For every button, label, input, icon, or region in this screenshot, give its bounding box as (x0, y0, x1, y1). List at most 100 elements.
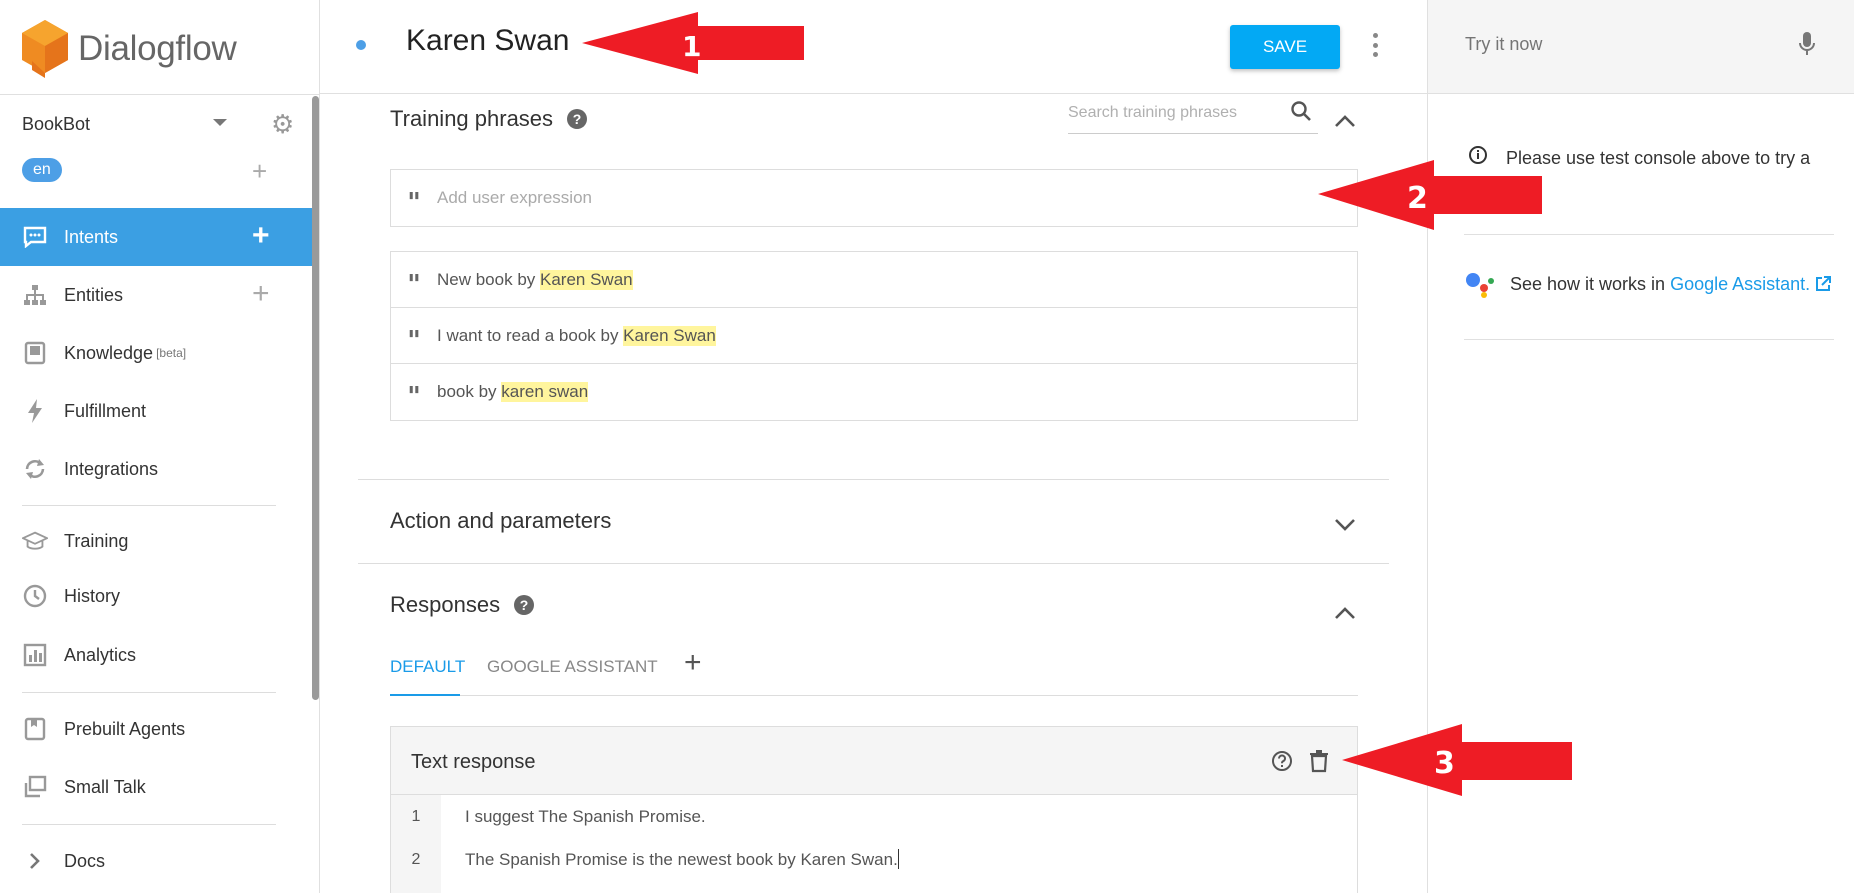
annotation-label-2: 2 (1407, 181, 1428, 216)
annotation-arrow-3: 3 (1342, 724, 1572, 796)
more-options-icon[interactable] (1371, 33, 1379, 57)
sidebar-item-training[interactable]: Training (0, 512, 314, 570)
response-text[interactable]: I suggest The Spanish Promise. (441, 807, 706, 827)
info-text: Please use test console above to try a (1506, 148, 1811, 168)
google-assistant-row: See how it works in Google Assistant. (1464, 270, 1832, 298)
response-tabs: DEFAULT GOOGLE ASSISTANT + (390, 646, 1358, 696)
sidebar-item-label: Fulfillment (64, 400, 147, 421)
language-pill[interactable]: en (22, 158, 62, 182)
dialogflow-logo[interactable]: Dialogflow (22, 20, 237, 78)
divider (1464, 234, 1834, 235)
response-line[interactable]: 2 The Spanish Promise is the newest book… (391, 838, 1357, 881)
sidebar-item-history[interactable]: History (0, 567, 314, 625)
add-language-icon[interactable]: + (252, 156, 267, 187)
gear-icon[interactable]: ⚙ (271, 110, 294, 138)
help-icon[interactable]: ? (567, 109, 588, 129)
add-user-expression: " (390, 169, 1358, 227)
sidebar-item-analytics[interactable]: Analytics (0, 626, 314, 684)
responses-label: Responses (390, 592, 501, 617)
sidebar-item-prebuilt-agents[interactable]: Prebuilt Agents (0, 700, 314, 758)
try-it-now-bar (1428, 0, 1854, 94)
training-phrase[interactable]: " book by karen swan (391, 364, 1357, 420)
entity-annotation[interactable]: karen swan (501, 382, 589, 402)
sidebar-item-integrations[interactable]: Integrations (0, 440, 314, 498)
quote-icon: " (407, 325, 421, 356)
divider (22, 824, 276, 825)
entity-annotation[interactable]: Karen Swan (540, 269, 633, 290)
training-phrase[interactable]: " New book by Karen Swan (391, 252, 1357, 308)
collapse-chevron-up-icon[interactable] (1334, 606, 1356, 620)
add-tab-icon[interactable]: + (684, 646, 702, 680)
sidebar-item-docs[interactable]: Docs (0, 832, 314, 890)
line-number: 1 (411, 807, 421, 825)
search-icon[interactable] (1290, 100, 1312, 122)
sidebar-item-label: Integrations (64, 458, 159, 479)
response-text-value: The Spanish Promise is the newest book b… (465, 850, 898, 869)
expand-chevron-down-icon[interactable] (1334, 518, 1356, 532)
intent-name[interactable]: Karen Swan (406, 24, 569, 58)
phrase-text: book by (437, 382, 502, 401)
sync-icon (22, 456, 48, 482)
beta-badge: [beta] (156, 346, 187, 360)
chevron-down-icon[interactable] (213, 119, 227, 126)
training-phrases-title: Training phrases? (390, 106, 588, 132)
intent-editor: Training phrases? " " New book by Karen … (320, 94, 1427, 893)
sidebar-item-label: Docs (64, 850, 106, 871)
annotation-arrow-1: 1 (582, 12, 804, 74)
hierarchy-icon (22, 282, 48, 308)
sidebar-item-label: Prebuilt Agents (64, 718, 186, 739)
phrase-text: I want to read a book by (437, 325, 624, 345)
response-text[interactable]: The Spanish Promise is the newest book b… (441, 849, 899, 870)
collapse-chevron-up-icon[interactable] (1334, 114, 1356, 128)
save-button[interactable]: SAVE (1230, 25, 1340, 69)
add-user-expression-input[interactable] (437, 188, 1297, 208)
divider (358, 563, 1389, 564)
training-phrase-list: " New book by Karen Swan " I want to rea… (390, 251, 1358, 421)
add-intent-icon[interactable]: + (252, 221, 270, 251)
annotation-label-3: 3 (1434, 746, 1455, 781)
search-training-phrases-input[interactable] (1068, 104, 1268, 122)
response-lines: 1 I suggest The Spanish Promise. 2 The S… (391, 795, 1357, 893)
try-it-now-input[interactable] (1465, 34, 1765, 55)
sidebar-item-label: History (64, 585, 121, 606)
sidebar-item-intents[interactable]: Intents + (0, 208, 314, 266)
sidebar-item-fulfillment[interactable]: Fulfillment (0, 382, 314, 440)
chat-icon (22, 224, 48, 250)
quote-icon: " (407, 269, 421, 300)
google-assistant-icon (1466, 273, 1494, 298)
entity-annotation[interactable]: Karen Swan (623, 325, 716, 346)
sidebar-item-knowledge[interactable]: Knowledge [beta] (0, 324, 314, 382)
training-phrase[interactable]: " I want to read a book by Karen Swan (391, 308, 1357, 364)
responses-title: Responses? (390, 592, 535, 618)
chevron-right-icon (22, 848, 48, 874)
add-entity-icon[interactable]: + (252, 279, 270, 309)
phrase-text: New book by (437, 269, 540, 289)
text-response-title: Text response (411, 751, 536, 773)
tab-default[interactable]: DEFAULT (390, 652, 465, 696)
sidebar-scrollbar[interactable] (312, 96, 319, 700)
external-link-icon[interactable] (1814, 275, 1832, 293)
book-icon (22, 340, 48, 366)
sidebar: Dialogflow BookBot ⚙ en + Intents + Enti… (0, 0, 320, 893)
microphone-icon[interactable] (1798, 30, 1816, 58)
trash-icon[interactable] (1309, 749, 1329, 773)
sidebar-item-label: Intents (64, 226, 119, 247)
divider (358, 479, 1389, 480)
help-icon[interactable]: ? (514, 595, 535, 615)
copy-windows-icon (22, 774, 48, 800)
google-assistant-link[interactable]: Google Assistant. (1670, 274, 1810, 295)
tab-google-assistant[interactable]: GOOGLE ASSISTANT (487, 652, 658, 696)
intent-header: Karen Swan SAVE (320, 0, 1427, 94)
action-parameters-title[interactable]: Action and parameters (390, 508, 611, 534)
status-dot (356, 40, 366, 50)
text-response-header: Text response (391, 727, 1357, 795)
sidebar-item-label: Knowledge (64, 342, 154, 363)
response-line[interactable]: 1 I suggest The Spanish Promise. (391, 795, 1357, 838)
ga-text: See how it works in (1510, 273, 1666, 294)
divider (1464, 339, 1834, 340)
help-outline-icon[interactable] (1271, 750, 1293, 772)
sidebar-item-entities[interactable]: Entities + (0, 266, 314, 324)
sidebar-item-label: Small Talk (64, 776, 146, 797)
agent-selector[interactable]: BookBot ⚙ (22, 110, 294, 138)
sidebar-item-small-talk[interactable]: Small Talk (0, 758, 314, 816)
